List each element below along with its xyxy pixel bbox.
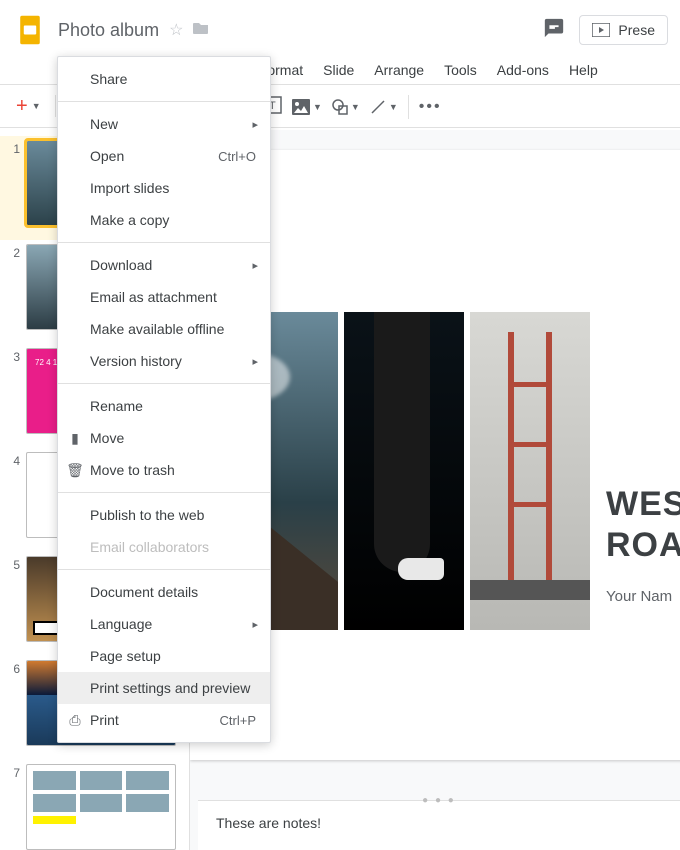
slide-number: 6 — [10, 660, 20, 676]
file-move[interactable]: ▮Move — [58, 422, 270, 454]
chevron-down-icon: ▼ — [32, 101, 41, 111]
slide-photo-2[interactable] — [344, 312, 464, 630]
plus-icon: + — [16, 95, 28, 118]
file-document-details[interactable]: Document details — [58, 576, 270, 608]
menu-help[interactable]: Help — [560, 58, 607, 82]
file-print-settings-preview[interactable]: Print settings and preview — [58, 672, 270, 704]
menu-addons[interactable]: Add-ons — [488, 58, 558, 82]
separator — [58, 569, 270, 570]
notes-text[interactable]: These are notes! — [216, 815, 662, 831]
comments-icon[interactable] — [543, 17, 565, 44]
separator — [408, 95, 409, 119]
present-button[interactable]: Prese — [579, 15, 668, 45]
file-share[interactable]: Share — [58, 63, 270, 95]
shortcut-label: Ctrl+P — [220, 713, 256, 728]
shortcut-label: Ctrl+O — [218, 149, 256, 164]
image-tool-icon[interactable]: ▼ — [292, 99, 322, 115]
present-icon — [592, 23, 610, 37]
slide-number: 7 — [10, 764, 20, 780]
document-title[interactable]: Photo album — [58, 20, 159, 41]
file-email-collaborators: Email collaborators — [58, 531, 270, 563]
slide-title[interactable]: WEST ROAD — [606, 484, 680, 566]
menu-arrange[interactable]: Arrange — [365, 58, 433, 82]
star-icon[interactable]: ☆ — [169, 20, 183, 40]
separator — [58, 101, 270, 102]
file-import-slides[interactable]: Import slides — [58, 172, 270, 204]
slide-number: 2 — [10, 244, 20, 260]
slide-number: 5 — [10, 556, 20, 572]
file-new[interactable]: New — [58, 108, 270, 140]
menu-slide[interactable]: Slide — [314, 58, 363, 82]
slide-thumbnail-7[interactable]: 7 — [0, 760, 189, 850]
folder-icon: ▮ — [66, 430, 84, 447]
slide-number: 3 — [10, 348, 20, 364]
present-label: Prese — [618, 22, 655, 38]
slide-number: 1 — [10, 140, 20, 156]
separator — [55, 95, 56, 117]
speaker-notes[interactable]: ● ● ● These are notes! — [198, 800, 680, 850]
file-version-history[interactable]: Version history — [58, 345, 270, 377]
new-slide-button[interactable]: + ▼ — [12, 91, 45, 122]
file-download[interactable]: Download — [58, 249, 270, 281]
app-header: Photo album ☆ Prese — [0, 0, 680, 56]
file-make-copy[interactable]: Make a copy — [58, 204, 270, 236]
file-page-setup[interactable]: Page setup — [58, 640, 270, 672]
notes-resize-handle[interactable]: ● ● ● — [422, 795, 456, 806]
file-language[interactable]: Language — [58, 608, 270, 640]
more-tools-icon[interactable]: ••• — [419, 98, 442, 116]
file-email-attachment[interactable]: Email as attachment — [58, 281, 270, 313]
line-tool-icon[interactable]: ▼ — [370, 99, 398, 115]
trash-icon: 🗑 — [66, 462, 84, 479]
file-available-offline[interactable]: Make available offline — [58, 313, 270, 345]
slide-title-line: WEST — [606, 485, 680, 523]
slide-number: 4 — [10, 452, 20, 468]
slide-title-line: ROAD — [606, 526, 680, 564]
move-folder-icon[interactable] — [193, 21, 209, 40]
print-icon: ⎙ — [66, 712, 84, 729]
slide-photo-3[interactable] — [470, 312, 590, 630]
file-print[interactable]: ⎙PrintCtrl+P — [58, 704, 270, 736]
separator — [58, 492, 270, 493]
shape-tool-icon[interactable]: ▼ — [332, 99, 360, 115]
separator — [58, 383, 270, 384]
menu-tools[interactable]: Tools — [435, 58, 486, 82]
slide-subtitle[interactable]: Your Nam — [606, 588, 672, 605]
separator — [58, 242, 270, 243]
slides-logo-icon — [12, 12, 48, 48]
file-move-to-trash[interactable]: 🗑Move to trash — [58, 454, 270, 486]
file-open[interactable]: OpenCtrl+O — [58, 140, 270, 172]
file-menu-dropdown: Share New OpenCtrl+O Import slides Make … — [57, 56, 271, 743]
file-rename[interactable]: Rename — [58, 390, 270, 422]
file-publish-web[interactable]: Publish to the web — [58, 499, 270, 531]
